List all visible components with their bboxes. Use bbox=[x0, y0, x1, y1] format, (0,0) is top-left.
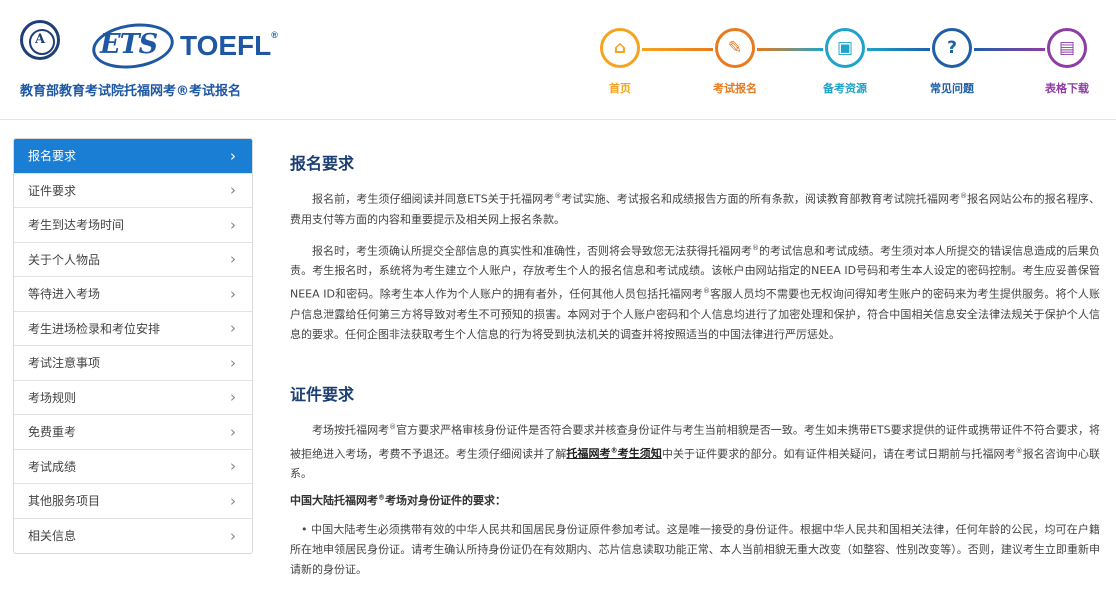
chevron-right-icon: › bbox=[230, 526, 236, 545]
reg-mark: ® bbox=[610, 446, 618, 455]
sidebar-item-label: 关于个人物品 bbox=[28, 252, 101, 267]
neea-seal-logo: A bbox=[20, 20, 60, 60]
text: 考场按托福网考 bbox=[312, 423, 390, 437]
nav-item-0[interactable]: ⌂ 首页 bbox=[585, 28, 655, 96]
pencil-icon: ✎ bbox=[715, 28, 755, 68]
document-icon: ▤ bbox=[1047, 28, 1087, 68]
nav-item-4[interactable]: ▤ 表格下载 bbox=[1032, 28, 1102, 96]
chevron-right-icon: › bbox=[230, 353, 236, 372]
chevron-right-icon: › bbox=[230, 491, 236, 510]
chevron-right-icon: › bbox=[230, 388, 236, 407]
nav-item-2[interactable]: ▣ 备考资源 bbox=[810, 28, 880, 96]
chevron-right-icon: › bbox=[230, 215, 236, 234]
nav-label: 备考资源 bbox=[823, 82, 867, 95]
chevron-right-icon: › bbox=[230, 422, 236, 441]
reg-mark: ® bbox=[1015, 446, 1023, 455]
sidebar-item-3[interactable]: 关于个人物品 › bbox=[14, 243, 252, 277]
nav-label: 首页 bbox=[609, 82, 631, 95]
sidebar-item-7[interactable]: 考场规则 › bbox=[14, 381, 252, 415]
candidate-notice-link[interactable]: 托福网考®考生须知 bbox=[566, 446, 662, 461]
org-subtitle: 教育部教育考试院托福网考®考试报名 bbox=[20, 84, 242, 99]
text: 中关于证件要求的部分。如有证件相关疑问，请在考试日期前与托福网考 bbox=[661, 447, 1016, 461]
text: 报名时，考生须确认所提交全部信息的真实性和准确性，否则将会导致您无法获得托福网考 bbox=[312, 244, 752, 258]
home-icon: ⌂ bbox=[600, 28, 640, 68]
id-requirement-bullet: • 中国大陆考生必须携带有效的中华人民共和国居民身份证原件参加考试。这是唯一接受… bbox=[290, 523, 1100, 577]
nav-label: 表格下载 bbox=[1045, 82, 1089, 95]
chevron-right-icon: › bbox=[230, 146, 236, 165]
sidebar-item-0[interactable]: 报名要求 › bbox=[14, 139, 252, 174]
ets-logo-text: ETS bbox=[100, 29, 158, 60]
chevron-right-icon: › bbox=[230, 319, 236, 338]
sidebar-item-label: 证件要求 bbox=[28, 183, 77, 198]
link-text: 考生须知 bbox=[617, 447, 662, 461]
sidebar-item-9[interactable]: 考试成绩 › bbox=[14, 450, 252, 484]
question-icon: ? bbox=[932, 28, 972, 68]
book-icon: ▣ bbox=[825, 28, 865, 68]
main-content: 报名要求 报名前，考生须仔细阅读并同意ETS关于托福网考®考试实施、考试报名和成… bbox=[290, 150, 1100, 580]
section-title-registration: 报名要求 bbox=[290, 154, 355, 173]
toefl-logo-text: TOEFL® bbox=[180, 30, 278, 62]
seal-letter: A bbox=[34, 32, 46, 47]
sidebar-item-label: 相关信息 bbox=[28, 529, 77, 544]
sidebar-item-label: 考场规则 bbox=[28, 390, 77, 405]
text: 考场对身份证件的要求： bbox=[385, 494, 506, 508]
sidebar-item-label: 免费重考 bbox=[28, 425, 77, 440]
sidebar-item-1[interactable]: 证件要求 › bbox=[14, 174, 252, 208]
sidebar-item-11[interactable]: 相关信息 › bbox=[14, 519, 252, 554]
registration-paragraph-2: 报名时，考生须确认所提交全部信息的真实性和准确性，否则将会导致您无法获得托福网考… bbox=[290, 238, 1100, 345]
sidebar-item-label: 其他服务项目 bbox=[28, 494, 101, 509]
chevron-right-icon: › bbox=[230, 250, 236, 269]
reg-mark: ® bbox=[702, 287, 710, 296]
chevron-right-icon: › bbox=[230, 181, 236, 200]
toefl-reg-mark: ® bbox=[271, 30, 278, 40]
chevron-right-icon: › bbox=[230, 457, 236, 476]
sidebar-item-5[interactable]: 考生进场检录和考位安排 › bbox=[14, 312, 252, 346]
registration-paragraph-1: 报名前，考生须仔细阅读并同意ETS关于托福网考®考试实施、考试报名和成绩报告方面… bbox=[290, 186, 1100, 230]
sidebar-item-label: 考试注意事项 bbox=[28, 356, 101, 371]
sidebar-item-label: 考生到达考场时间 bbox=[28, 218, 125, 233]
nav-label: 常见问题 bbox=[930, 82, 974, 95]
sidebar-item-8[interactable]: 免费重考 › bbox=[14, 415, 252, 450]
reg-mark: ® bbox=[378, 493, 385, 502]
sidebar-item-4[interactable]: 等待进入考场 › bbox=[14, 277, 252, 312]
sidebar-item-10[interactable]: 其他服务项目 › bbox=[14, 484, 252, 519]
toefl-word: TOEFL bbox=[180, 30, 272, 61]
text: 报名前，考生须仔细阅读并同意ETS关于托福网考 bbox=[312, 192, 555, 206]
sidebar-item-2[interactable]: 考生到达考场时间 › bbox=[14, 208, 252, 243]
id-requirements-paragraph: 考场按托福网考®官方要求严格审核身份证件是否符合要求并核查身份证件与考生当前相貌… bbox=[290, 417, 1100, 484]
link-text: 托福网考 bbox=[566, 447, 611, 461]
sidebar-item-6[interactable]: 考试注意事项 › bbox=[14, 346, 252, 381]
section-title-id-requirements: 证件要求 bbox=[290, 384, 355, 404]
sidebar-item-label: 考生进场检录和考位安排 bbox=[28, 321, 161, 336]
site-header: A ETS TOEFL® 教育部教育考试院托福网考®考试报名 ⌂ 首页 ✎ 考试报名 ▣… bbox=[0, 0, 1116, 120]
sidebar-menu: 报名要求 › 证件要求 › 考生到达考场时间 › 关于个人物品 › 等待进入考场 › 考生进场检录和… bbox=[13, 138, 253, 554]
reg-mark: ® bbox=[752, 243, 759, 252]
sidebar-item-label: 考试成绩 bbox=[28, 459, 77, 474]
nav-item-3[interactable]: ? 常见问题 bbox=[917, 28, 987, 96]
text: 考试实施、考试报名和成绩报告方面的所有条款，阅读教育部教育考试院托福网考 bbox=[561, 192, 961, 206]
sidebar-item-label: 报名要求 bbox=[28, 149, 77, 164]
nav-item-1[interactable]: ✎ 考试报名 bbox=[700, 28, 770, 96]
sidebar-item-label: 等待进入考场 bbox=[28, 287, 101, 302]
nav-label: 考试报名 bbox=[713, 82, 757, 95]
chevron-right-icon: › bbox=[230, 284, 236, 303]
mainland-id-subtitle: 中国大陆托福网考®考场对身份证件的要求： bbox=[290, 492, 1100, 508]
text: 中国大陆托福网考 bbox=[290, 494, 378, 508]
main-nav: ⌂ 首页 ✎ 考试报名 ▣ 备考资源? 常见问题 ▤ 表格下载 bbox=[600, 28, 1100, 98]
